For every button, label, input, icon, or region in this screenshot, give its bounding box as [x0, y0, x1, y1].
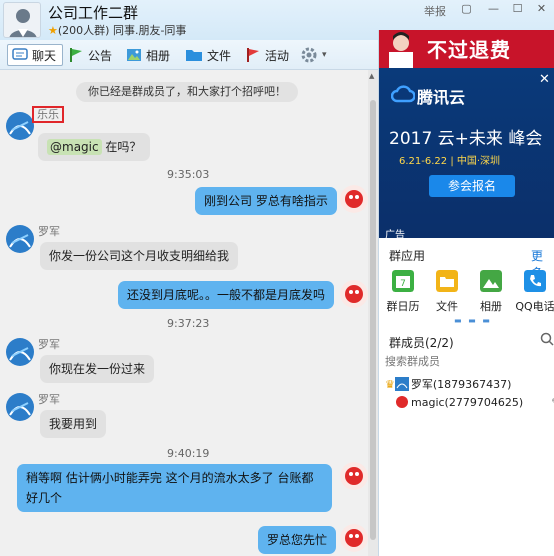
- right-panel: 不过退费 ✕ 腾讯云 2017 云+未来 峰会 6.21-6.22 | 中国·深…: [378, 30, 554, 556]
- sender-name[interactable]: 罗军: [38, 336, 60, 352]
- close-ad-icon[interactable]: ✕: [539, 72, 550, 87]
- member-search-input[interactable]: [385, 353, 551, 371]
- message-bubble[interactable]: 刚到公司 罗总有啥指示: [195, 187, 337, 215]
- sender-name[interactable]: 罗军: [38, 391, 60, 407]
- avatar[interactable]: [6, 393, 34, 421]
- self-avatar[interactable]: [340, 462, 368, 490]
- chat-icon: [12, 48, 28, 60]
- group-apps-title: 群应用: [389, 249, 426, 263]
- ad-title: 2017 云+未来 峰会: [389, 129, 543, 149]
- app-qq-call[interactable]: QQ电话: [514, 270, 554, 314]
- group-tags: 同事.朋友-同事: [112, 24, 187, 37]
- ad-date-location: 6.21-6.22 | 中国·深圳: [399, 156, 501, 167]
- chevron-down-icon: ▾: [322, 50, 327, 60]
- message-bubble[interactable]: 还没到月底呢。。一般不都是月底发吗: [118, 281, 335, 309]
- app-album[interactable]: 相册: [470, 270, 512, 314]
- ad-person-image: [379, 30, 423, 68]
- system-notice: 你已经是群成员了，和大家打个招呼吧！: [76, 82, 298, 102]
- tab-announcement[interactable]: 公告: [68, 44, 112, 66]
- message-bubble[interactable]: 罗总您先忙: [258, 526, 337, 554]
- message-bubble[interactable]: 你现在发一份过来: [40, 355, 155, 383]
- gear-icon: [301, 47, 317, 63]
- tab-activity[interactable]: 活动: [245, 44, 289, 66]
- tab-album[interactable]: 相册: [126, 44, 170, 66]
- message-bubble[interactable]: 我要用到: [40, 410, 107, 438]
- timestamp: 9:35:03: [167, 168, 210, 181]
- group-avatar[interactable]: [3, 2, 41, 38]
- calendar-icon: 7: [392, 270, 414, 292]
- tab-files[interactable]: 文件: [185, 44, 231, 66]
- register-button[interactable]: 参会报名: [429, 175, 515, 197]
- owner-crown-icon: ♛: [385, 377, 395, 391]
- group-name[interactable]: 公司工作二群: [48, 2, 138, 23]
- sender-name[interactable]: 罗军: [38, 223, 60, 239]
- avatar: [394, 377, 409, 391]
- group-info: ★(200人群) 同事.朋友-同事: [48, 22, 186, 38]
- ad-label: 广告: [385, 230, 405, 241]
- pin-icon[interactable]: ▢: [460, 3, 473, 15]
- scroll-thumb[interactable]: [370, 100, 376, 540]
- members-title: 群成员(2/2): [389, 336, 454, 350]
- member-row[interactable]: ♛ 罗军(1879367437): [385, 376, 511, 392]
- tencent-cloud-ad[interactable]: ✕ 腾讯云 2017 云+未来 峰会 6.21-6.22 | 中国·深圳 参会报…: [379, 68, 554, 241]
- announcement-flag-icon: [70, 48, 82, 62]
- minimize-icon[interactable]: —: [487, 3, 500, 15]
- avatar[interactable]: [6, 112, 34, 140]
- cloud-logo-icon: [391, 85, 415, 103]
- self-avatar: [396, 396, 408, 408]
- report-link[interactable]: 举报: [424, 3, 446, 19]
- app-files[interactable]: 文件: [426, 270, 468, 314]
- avatar[interactable]: [6, 225, 34, 253]
- svg-text:7: 7: [400, 279, 406, 289]
- message-bubble[interactable]: @magic 在吗？: [38, 133, 151, 161]
- self-avatar[interactable]: [340, 280, 368, 308]
- mention-tag[interactable]: @magic: [47, 139, 102, 155]
- timestamp: 9:37:23: [167, 317, 210, 330]
- self-avatar[interactable]: [340, 185, 368, 213]
- tab-chat[interactable]: 聊天: [7, 44, 64, 66]
- group-toolbar: 聊天 公告 相册 文件 活动 ▾: [0, 40, 378, 70]
- phone-icon: [524, 270, 546, 292]
- message-bubble[interactable]: 稍等啊 估计俩小时能弄完 这个月的流水太多了 台账都好几个: [17, 464, 332, 512]
- message-bubble[interactable]: 你发一份公司这个月收支明细给我: [40, 242, 239, 270]
- photo-album-icon: [127, 49, 141, 61]
- avatar[interactable]: [6, 338, 34, 366]
- scroll-up-icon[interactable]: ▲: [369, 72, 374, 80]
- sender-name[interactable]: 乐乐: [32, 106, 64, 123]
- search-icon[interactable]: [540, 332, 554, 346]
- app-page-indicator[interactable]: ▬ ▬ ▬: [454, 316, 492, 325]
- photo-album-icon: [480, 270, 502, 292]
- member-row[interactable]: magic(2779704625) ✎: [385, 394, 554, 410]
- settings-button[interactable]: ▾: [300, 44, 327, 66]
- maximize-icon[interactable]: ☐: [511, 3, 524, 15]
- timestamp: 9:40:19: [167, 447, 210, 460]
- ad-headline: 不过退费: [427, 38, 511, 62]
- member-count: (200人群): [57, 24, 110, 37]
- top-ad-banner[interactable]: 不过退费: [379, 30, 554, 68]
- close-icon[interactable]: ✕: [535, 3, 548, 15]
- self-avatar[interactable]: [340, 524, 368, 552]
- app-calendar[interactable]: 7 群日历: [382, 270, 424, 314]
- folder-icon: [436, 270, 458, 292]
- star-icon: ★: [48, 24, 58, 37]
- activity-flag-icon: [247, 48, 259, 62]
- tencent-cloud-logo: 腾讯云: [417, 88, 466, 107]
- folder-icon: [186, 50, 202, 61]
- chat-scrollbar[interactable]: ▲: [368, 70, 378, 556]
